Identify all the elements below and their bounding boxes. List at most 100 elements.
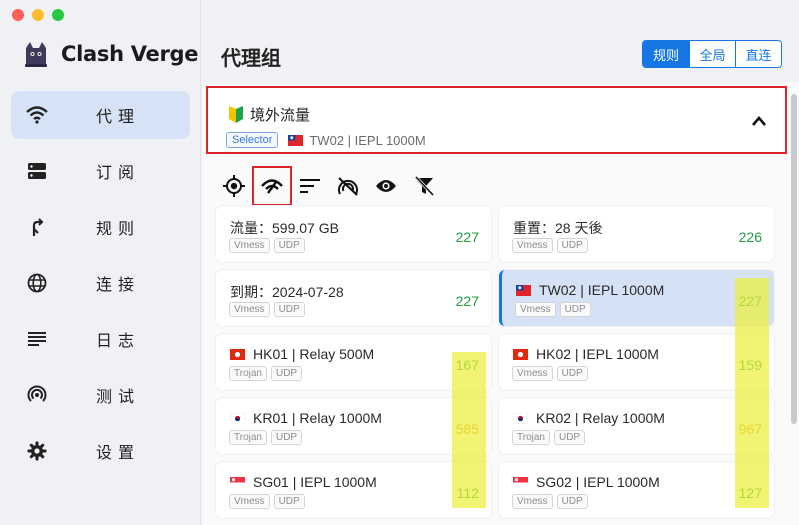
udp-tag: UDP: [556, 494, 588, 509]
udp-tag: UDP: [559, 302, 591, 317]
proxy-type-tag: Vmess: [229, 302, 270, 317]
proxy-name: KR01 | Relay 1000M: [253, 410, 382, 426]
sidebar-item-label: 订阅: [96, 163, 141, 182]
sidebar-item-subscriptions[interactable]: 订阅: [11, 147, 190, 195]
proxy-name: SG01 | IEPL 1000M: [253, 474, 377, 490]
route-icon: [25, 215, 49, 239]
sort-icon[interactable]: [298, 174, 322, 198]
proxy-type-tag: Vmess: [515, 302, 556, 317]
brand-name: Clash Verge: [61, 42, 199, 66]
south-korea-flag-icon: [230, 412, 245, 424]
proxy-name: KR02 | Relay 1000M: [536, 410, 665, 426]
hong-kong-flag-icon: [230, 348, 245, 360]
proxy-card[interactable]: KR01 | Relay 1000M TrojanUDP 585: [216, 398, 491, 454]
proxy-type-tag: Trojan: [229, 430, 267, 445]
wifi-icon: [25, 103, 49, 127]
udp-tag: UDP: [273, 238, 305, 253]
proxy-card[interactable]: HK02 | IEPL 1000M VmessUDP 159: [499, 334, 774, 390]
proxy-card[interactable]: 到期：2024-07-28 Vmess UDP 227: [216, 270, 491, 326]
proxy-card[interactable]: KR02 | Relay 1000M TrojanUDP 967: [499, 398, 774, 454]
proxy-card[interactable]: SG02 | IEPL 1000M VmessUDP 127: [499, 462, 774, 518]
south-korea-flag-icon: [513, 412, 528, 424]
mode-rule-button[interactable]: 规则: [643, 41, 689, 67]
singapore-flag-icon: [513, 476, 528, 488]
group-name-text: 境外流量: [250, 106, 311, 124]
udp-tag: UDP: [273, 302, 305, 317]
udp-tag: UDP: [273, 494, 305, 509]
delay-value[interactable]: 227: [456, 229, 479, 245]
group-subtitle: Selector TW02 | IEPL 1000M: [226, 132, 426, 148]
proxy-name: TW02 | IEPL 1000M: [539, 282, 665, 298]
sidebar-item-connections[interactable]: 连接: [11, 259, 190, 307]
mode-switch: 规则 全局 直连: [642, 40, 782, 68]
radar-icon: [25, 383, 49, 407]
proxy-name: SG02 | IEPL 1000M: [536, 474, 660, 490]
scrollbar[interactable]: [791, 94, 797, 424]
zoom-window-button[interactable]: [52, 9, 64, 21]
sidebar: Clash Verge 代理 订阅 规则 连接 日志 测试 设置: [0, 0, 201, 525]
udp-tag: UDP: [556, 238, 588, 253]
sidebar-item-label: 代理: [96, 107, 141, 126]
proxy-type-tag: Vmess: [512, 494, 553, 509]
sidebar-item-label: 测试: [96, 387, 141, 406]
clear-filter-icon[interactable]: [412, 174, 436, 198]
current-proxy-text: TW02 | IEPL 1000M: [309, 132, 426, 148]
udp-tag: UDP: [270, 366, 303, 381]
proxy-name: HK01 | Relay 500M: [253, 346, 375, 362]
delay-value[interactable]: 227: [456, 293, 479, 309]
taiwan-flag-icon: [516, 284, 531, 296]
udp-tag: UDP: [556, 366, 588, 381]
udp-tag: UDP: [553, 430, 586, 445]
proxy-type-tag: Vmess: [512, 366, 553, 381]
proxy-name: 流量：599.07 GB: [230, 220, 339, 236]
sidebar-nav: 代理 订阅 规则 连接 日志 测试 设置: [11, 91, 190, 483]
window-controls: [12, 9, 64, 21]
chevron-up-icon[interactable]: [751, 114, 767, 128]
delay-test-icon: [261, 179, 283, 194]
proxy-card[interactable]: 流量：599.07 GB Vmess UDP 227: [216, 206, 491, 262]
sidebar-item-label: 规则: [96, 219, 141, 238]
brand: Clash Verge: [22, 40, 199, 68]
filter-off-icon[interactable]: [336, 174, 360, 198]
mode-direct-button[interactable]: 直连: [735, 41, 781, 67]
globe-icon: [25, 271, 49, 295]
proxy-name: 到期：2024-07-28: [230, 284, 344, 300]
cat-logo-icon: [25, 42, 47, 67]
delay-value[interactable]: 226: [739, 229, 762, 245]
proxy-card[interactable]: HK01 | Relay 500M TrojanUDP 167: [216, 334, 491, 390]
delay-highlight-left: [452, 352, 486, 508]
gear-icon: [25, 439, 49, 463]
proxy-type-tag: Vmess: [229, 238, 270, 253]
proxy-card[interactable]: SG01 | IEPL 1000M VmessUDP 112: [216, 462, 491, 518]
proxy-type-tag: Vmess: [512, 238, 553, 253]
locate-icon[interactable]: [222, 174, 246, 198]
sidebar-item-label: 日志: [96, 331, 141, 350]
proxy-toolbar: [222, 166, 450, 206]
proxy-group-header[interactable]: 境外流量 Selector TW02 | IEPL 1000M: [206, 86, 787, 154]
sidebar-item-rules[interactable]: 规则: [11, 203, 190, 251]
sidebar-item-logs[interactable]: 日志: [11, 315, 190, 363]
proxy-name: 重置：28 天後: [513, 220, 603, 236]
proxy-card-selected[interactable]: TW02 | IEPL 1000M VmessUDP 227: [499, 270, 774, 326]
sidebar-item-settings[interactable]: 设置: [11, 427, 190, 475]
list-icon: [25, 327, 49, 351]
sidebar-item-test[interactable]: 测试: [11, 371, 190, 419]
proxy-type-tag: Trojan: [229, 366, 267, 381]
hong-kong-flag-icon: [513, 348, 528, 360]
minimize-window-button[interactable]: [32, 9, 44, 21]
delay-test-button[interactable]: [252, 166, 292, 206]
taiwan-flag-icon: [288, 134, 304, 146]
mode-global-button[interactable]: 全局: [689, 41, 735, 67]
proxy-type-tag: Trojan: [512, 430, 550, 445]
beginner-badge-icon: [229, 106, 243, 123]
close-window-button[interactable]: [12, 9, 24, 21]
proxy-card[interactable]: 重置：28 天後 Vmess UDP 226: [499, 206, 774, 262]
sidebar-item-proxy[interactable]: 代理: [11, 91, 190, 139]
server-icon: [25, 159, 49, 183]
group-type-tag: Selector: [226, 132, 279, 148]
singapore-flag-icon: [230, 476, 245, 488]
sidebar-item-label: 连接: [96, 275, 141, 294]
proxy-name: HK02 | IEPL 1000M: [536, 346, 659, 362]
eye-icon[interactable]: [374, 174, 398, 198]
group-name: 境外流量: [228, 104, 310, 125]
